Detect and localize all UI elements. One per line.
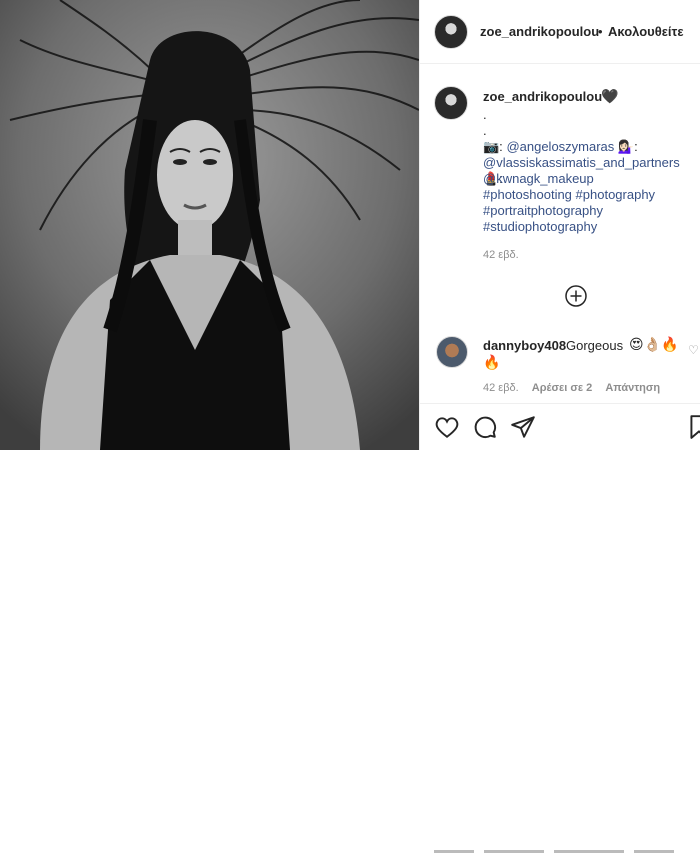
caption-credit-line-3: @kwnagk_makeup bbox=[483, 171, 594, 187]
hashtag-line-1: #photoshooting #photography bbox=[483, 187, 655, 203]
camera-emoji: 📷: bbox=[483, 139, 503, 154]
post-photo[interactable] bbox=[0, 0, 419, 450]
save-icon[interactable] bbox=[686, 414, 700, 440]
mention-vlassiskassimatis[interactable]: @vlassiskassimatis_and_partners bbox=[483, 155, 680, 170]
hashtag-line-3: #studiophotography bbox=[483, 219, 597, 235]
post-side-panel: zoe_andrikopoulou • Ακολουθείτε zoe_andr… bbox=[419, 0, 700, 853]
commenter-avatar[interactable] bbox=[436, 336, 468, 368]
caption-avatar[interactable] bbox=[434, 86, 468, 120]
caption-dot-2: . bbox=[483, 123, 487, 138]
hashtag-line-2: #portraitphotography bbox=[483, 203, 603, 219]
action-bar bbox=[420, 403, 700, 853]
comment-likes[interactable]: Αρέσει σε 2 bbox=[532, 382, 593, 394]
likes-summary-clipped bbox=[434, 850, 674, 853]
comment-icon[interactable] bbox=[472, 414, 498, 440]
comment-timestamp[interactable]: 42 εβδ. bbox=[483, 382, 519, 394]
hashtag-photography[interactable]: #photography bbox=[576, 187, 656, 202]
add-comments-icon[interactable] bbox=[565, 285, 587, 307]
portrait-image bbox=[0, 0, 419, 450]
comment-text: Gorgeous bbox=[566, 338, 624, 353]
author-avatar[interactable] bbox=[434, 15, 468, 49]
comment-emojis: 😍👌🏼🔥 bbox=[629, 336, 679, 352]
mention-kwnagk-makeup[interactable]: @kwnagk_makeup bbox=[483, 171, 594, 186]
comment-like-icon[interactable]: ♡ bbox=[688, 343, 699, 357]
hashtag-studiophotography[interactable]: #studiophotography bbox=[483, 219, 597, 234]
comment-reply-button[interactable]: Απάντηση bbox=[605, 382, 660, 394]
following-button[interactable]: Ακολουθείτε bbox=[608, 24, 684, 39]
mention-angeloszymaras[interactable]: @angeloszymaras bbox=[506, 139, 614, 154]
share-icon[interactable] bbox=[510, 414, 536, 440]
comment-meta: 42 εβδ. Αρέσει σε 2 Απάντηση bbox=[483, 382, 670, 394]
comment-fire-emoji: 🔥 bbox=[483, 354, 501, 370]
separator-dot: • bbox=[598, 24, 603, 39]
author-username[interactable]: zoe_andrikopoulou bbox=[480, 24, 599, 39]
hashtag-portraitphotography[interactable]: #portraitphotography bbox=[483, 203, 603, 218]
caption-credit-line-1: 📷: @angeloszymaras 💁🏻‍♀️: bbox=[483, 139, 638, 155]
black-heart-emoji: 🖤 bbox=[601, 88, 619, 104]
hashtag-photoshooting[interactable]: #photoshooting bbox=[483, 187, 572, 202]
caption-timestamp[interactable]: 42 εβδ. bbox=[483, 249, 519, 261]
caption-username[interactable]: zoe_andrikopoulou bbox=[483, 89, 602, 104]
like-heart-icon[interactable] bbox=[434, 414, 460, 440]
comment-username[interactable]: dannyboy408 bbox=[483, 338, 566, 353]
hair-emoji: 💁🏻‍♀️: bbox=[617, 139, 638, 154]
caption-dot-1: . bbox=[483, 107, 487, 122]
post-header: zoe_andrikopoulou • Ακολουθείτε bbox=[420, 0, 700, 64]
